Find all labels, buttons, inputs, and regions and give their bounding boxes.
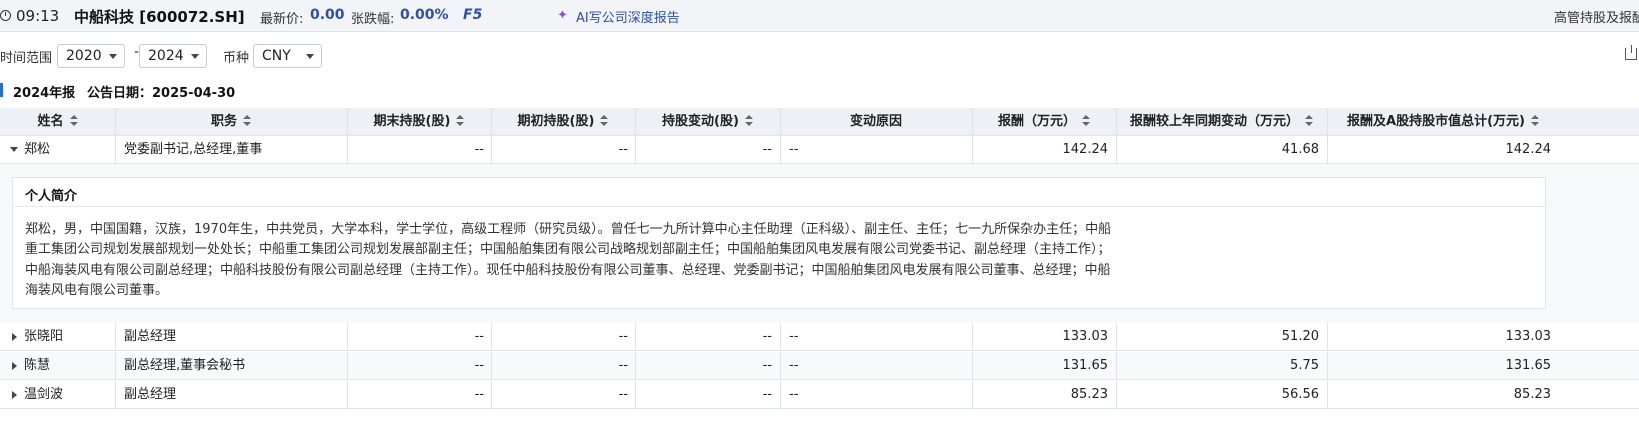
expand-arrow-icon[interactable] [12,391,17,399]
change-label: 张跌幅: [351,12,395,27]
cell-pay: 131.65 [1062,358,1109,373]
year-from-select[interactable]: 2020 [57,44,125,68]
cell-name: 郑松 [24,142,51,157]
latest-price-label: 最新价: [260,12,304,27]
download-icon[interactable] [1625,45,1637,60]
chevron-down-icon [191,54,199,59]
cell-pay-change: 41.68 [1281,142,1319,157]
table-header-row: 姓名 职务 期末持股(股) 期初持股(股) 持股变动(股) 变动原因 报酬（万元… [0,108,1639,136]
sort-icon[interactable] [243,115,251,127]
cell-start-shares: -- [618,142,628,157]
ai-report-link[interactable]: AI写公司深度报告 [576,7,680,26]
column-header-pay-change[interactable]: 报酬较上年同期变动（万元） [1116,108,1327,136]
column-header-pay[interactable]: 报酬（万元） [972,108,1116,136]
collapse-arrow-icon[interactable] [10,147,18,152]
table-row[interactable]: 郑松 党委副书记,总经理,董事 -- -- -- -- 142.24 41.68… [0,136,1639,164]
change-value: 0.00% [400,7,449,23]
cell-change-reason: -- [789,358,799,373]
expand-arrow-icon[interactable] [12,333,17,341]
chevron-down-icon [306,54,314,59]
time-range-label: 时间范围 [0,51,53,66]
cell-end-shares: -- [474,329,484,344]
cell-total: 142.24 [1505,142,1552,157]
profile-panel: 个人简介 郑松，男，中国国籍，汉族，1970年生，中共党员，大学本科，学士学位，… [12,177,1546,309]
sort-icon[interactable] [1530,115,1539,127]
cell-total: 133.03 [1505,329,1552,344]
table-row[interactable]: 温剑波 副总经理 -- -- -- -- 85.23 56.56 85.23 [0,381,1639,409]
cell-position: 党委副书记,总经理,董事 [124,142,263,157]
cell-total: 85.23 [1513,387,1551,402]
report-title: 2024年报 [13,86,76,101]
announcement-date: 公告日期：2025-04-30 [87,86,236,101]
cell-pay-change: 5.75 [1290,358,1319,373]
cell-start-shares: -- [618,358,628,373]
cell-total: 131.65 [1505,358,1552,373]
sort-icon[interactable] [600,115,609,127]
chevron-down-icon [109,54,117,59]
cell-name: 张晓阳 [24,329,64,344]
latest-price-value: 0.00 [310,7,345,23]
cell-share-change: -- [762,387,772,402]
cell-change-reason: -- [789,329,799,344]
cell-share-change: -- [762,142,772,157]
currency-select[interactable]: CNY [253,44,322,68]
stock-title: 中船科技 [600072.SH] [74,8,245,26]
expand-arrow-icon[interactable] [12,362,17,370]
table-row[interactable]: 张晓阳 副总经理 -- -- -- -- 133.03 51.20 133.03 [0,323,1639,351]
cell-change-reason: -- [789,387,799,402]
profile-text: 郑松，男，中国国籍，汉族，1970年生，中共党员，大学本科，学士学位，高级工程师… [25,222,1112,298]
cell-end-shares: -- [474,358,484,373]
cell-pay-change: 51.20 [1281,329,1319,344]
cell-position: 副总经理,董事会秘书 [124,358,246,373]
profile-title: 个人简介 [25,189,78,204]
sort-icon[interactable] [744,115,753,127]
page-section-title: 高管持股及报酬 [1554,11,1639,26]
sort-icon[interactable] [69,115,78,127]
time-display: 09:13 [16,7,60,25]
clock-icon [0,10,11,21]
cell-position: 副总经理 [124,387,177,402]
cell-change-reason: -- [789,142,799,157]
column-header-name[interactable]: 姓名 [0,108,115,136]
cell-share-change: -- [762,358,772,373]
sort-icon[interactable] [1082,115,1090,127]
sort-icon[interactable] [1305,115,1313,127]
year-to-value: 2024 [148,48,184,64]
cell-share-change: -- [762,329,772,344]
cell-pay: 85.23 [1070,387,1108,402]
column-header-share-change[interactable]: 持股变动(股) [635,108,780,136]
currency-value: CNY [262,48,291,64]
divider [13,206,1545,207]
currency-label: 币种 [223,51,250,66]
cell-end-shares: -- [474,387,484,402]
refresh-key[interactable]: F5 [463,7,482,23]
section-marker [0,83,3,97]
cell-start-shares: -- [618,329,628,344]
cell-name: 温剑波 [24,387,64,402]
year-from-value: 2020 [66,48,102,64]
column-header-end-shares[interactable]: 期末持股(股) [347,108,491,136]
cell-start-shares: -- [618,387,628,402]
sparkle-icon: ✦ [557,8,568,23]
cell-name: 陈慧 [24,358,51,373]
cell-end-shares: -- [474,142,484,157]
cell-pay-change: 56.56 [1281,387,1319,402]
cell-pay: 133.03 [1062,329,1109,344]
table-row[interactable]: 陈慧 副总经理,董事会秘书 -- -- -- -- 131.65 5.75 13… [0,352,1639,380]
year-to-select[interactable]: 2024 [139,44,207,68]
cell-pay: 142.24 [1062,142,1109,157]
top-bar: 09:13 中船科技 [600072.SH] 最新价: 0.00 张跌幅: 0.… [0,0,1639,32]
column-header-position[interactable]: 职务 [115,108,347,136]
cell-position: 副总经理 [124,329,177,344]
column-header-change-reason: 变动原因 [849,114,902,129]
sort-icon[interactable] [456,115,465,127]
column-header-start-shares[interactable]: 期初持股(股) [491,108,635,136]
column-header-total[interactable]: 报酬及A股持股市值总计(万元) [1327,108,1559,136]
